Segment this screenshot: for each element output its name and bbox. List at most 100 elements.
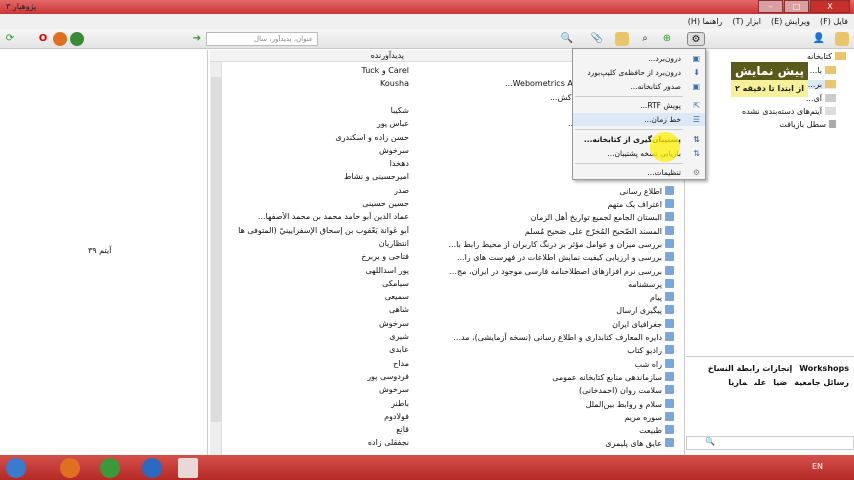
item-title: پیگیری ارسال	[404, 305, 674, 315]
sync-icon[interactable]: ⟳	[3, 32, 17, 46]
actions-gear-button[interactable]: ⚙	[687, 32, 705, 46]
item-type-icon	[665, 278, 674, 288]
item-creator: سیامکی	[382, 278, 409, 288]
table-row[interactable]: سلام و روابط بین‌الملل باطنر	[222, 398, 684, 412]
item-creator: فردوسی پور	[367, 371, 409, 381]
tag[interactable]: على	[754, 378, 766, 387]
actions-menu: ▣ درون‌برد... ⬇ درون‌برد از حافظه‌ی کلیپ‌ب…	[572, 48, 706, 180]
item-type-icon	[665, 398, 674, 408]
item-creator: أبو عَوانة يَعْقوب بن إسحاق الإسفرايينيّ…	[238, 225, 409, 235]
menu-restore[interactable]: ⇅ بازیابی نسخه پشتیبان...	[573, 147, 705, 160]
new-folder-icon[interactable]	[835, 32, 849, 46]
window-title: پژوهیار ۳	[6, 2, 37, 11]
tag-selector: Workshops إنجازات رابطة النساخ رسائل جامع…	[686, 356, 854, 436]
table-row[interactable]: جغرافیای ایران سرخوش	[222, 318, 684, 332]
item-type-icon	[665, 225, 674, 235]
table-row[interactable]: پرسشنامه سیامکی	[222, 278, 684, 292]
new-collection-icon[interactable]: 👤	[812, 32, 826, 46]
column-creator[interactable]: پدیدآورنده	[371, 51, 404, 60]
menu-help[interactable]: راهنما (H)	[688, 17, 723, 26]
chrome-icon[interactable]	[100, 458, 120, 478]
table-row[interactable]: عایق های پلیمری نجفقلی زاده	[222, 438, 684, 451]
table-row[interactable]: پیگیری ارسال شاهی	[222, 305, 684, 318]
table-row[interactable]: بررسی نرم افزارهای اصطلاحنامه فارسی موجو…	[222, 265, 684, 279]
app-taskbar-icon[interactable]	[178, 458, 198, 478]
new-item-icon[interactable]: ⊕	[660, 32, 674, 46]
item-title: پرسشنامه	[404, 278, 674, 289]
tooltip-subtitle: از ابتدا تا دقیقه ۲	[731, 80, 808, 97]
table-row[interactable]: راه شب مداح	[222, 358, 684, 372]
menu-import-clipboard[interactable]: ⬇ درون‌برد از حافظه‌ی کلیپ‌بورد	[573, 66, 705, 79]
opera-icon[interactable]: O	[36, 32, 50, 46]
menu-import[interactable]: ▣ درون‌برد...	[573, 52, 705, 65]
start-button[interactable]	[6, 458, 26, 478]
table-row[interactable]: سلامت روان (احمدخانی) سرخوش	[222, 385, 684, 398]
tooltip-title: پیش نمایش	[731, 62, 808, 80]
item-creator: شیری	[389, 332, 409, 341]
menu-export-library[interactable]: ▣ صدور کتابخانه...	[573, 80, 705, 93]
close-button[interactable]: X	[810, 0, 850, 13]
item-creator: مداح	[393, 358, 409, 368]
note-icon[interactable]	[615, 32, 629, 46]
table-row[interactable]: البستان الجامع لجميع تواريخ أهل الزمان عم…	[222, 212, 684, 225]
ie-icon[interactable]	[142, 458, 162, 478]
menu-preferences[interactable]: ⚙ تنظیمات...	[573, 166, 705, 179]
tag[interactable]: Workshops	[799, 364, 849, 373]
item-title: سوره مریم	[404, 411, 674, 422]
item-type-icon	[665, 185, 674, 195]
add-by-id-icon[interactable]: ⌕	[638, 32, 652, 46]
table-row[interactable]: المسند الصّحيح المُخرّج على صَحيح مُسلم أ…	[222, 225, 684, 239]
tag-search-input[interactable]: 🔍	[686, 436, 854, 450]
item-type-icon	[665, 358, 674, 368]
tag[interactable]: ماريا	[728, 378, 747, 387]
minimize-button[interactable]: –	[758, 0, 783, 13]
attachment-icon[interactable]: 📎	[590, 32, 604, 46]
table-row[interactable]: بررسی و ارزیابی کیفیت نمایش اطلاعات در ف…	[222, 252, 684, 265]
maximize-button[interactable]: □	[784, 0, 809, 13]
collection-item[interactable]: بر...	[807, 80, 836, 89]
menu-file[interactable]: فایل (F)	[820, 17, 848, 26]
item-title: بررسی میزان و عوامل مؤثر بر درنگ کاربران…	[404, 238, 674, 249]
rtf-scan-icon: ⇱	[693, 101, 700, 110]
arrow-icon[interactable]: ➔	[190, 32, 204, 46]
search-input[interactable]: عنوان، پدیدآور، سال	[206, 32, 318, 46]
item-type-icon	[665, 332, 674, 341]
table-row[interactable]: سازماندهی منابع کتابخانه عمومی فردوسی پور	[222, 371, 684, 385]
table-row[interactable]: دایره المعارف کتابداری و اطلاع رسانی (نس…	[222, 332, 684, 345]
collection-library[interactable]: کتابخانه	[807, 52, 846, 61]
collection-item[interactable]: با...	[810, 66, 836, 75]
item-creator: پور اسداللهی	[365, 265, 409, 275]
collection-trash[interactable]: سطل بازیافت	[779, 120, 836, 129]
menu-timeline[interactable]: ☰ خط زمان...	[573, 113, 705, 126]
menu-backup[interactable]: ⇅ پشتیبان‌گیری از کتابخانه...	[573, 133, 705, 146]
item-creator: شکیبا	[390, 105, 409, 115]
table-row[interactable]: طبیعت قانع	[222, 425, 684, 438]
firefox-icon[interactable]	[60, 458, 80, 478]
collection-unfiled[interactable]: آیتم‌های دسته‌بندی نشده	[742, 107, 836, 116]
item-title: سازماندهی منابع کتابخانه عمومی	[404, 371, 674, 382]
table-row[interactable]: پیام سمیعی	[222, 292, 684, 305]
table-row[interactable]: اطلاع رسانی صدر	[222, 185, 684, 199]
items-scrollbar[interactable]	[210, 62, 222, 455]
menu-rtf-scan[interactable]: ⇱ پویش RTF...	[573, 99, 705, 112]
firefox-icon[interactable]	[53, 32, 67, 46]
item-type-icon	[665, 385, 674, 395]
item-creator: فتاحی و بربرخ	[361, 252, 409, 262]
search-advanced-icon[interactable]: 🔍	[560, 32, 574, 46]
tag[interactable]: رسائل جامعية	[794, 378, 849, 387]
tag[interactable]: ضيا	[773, 378, 787, 387]
tag[interactable]: إنجازات رابطة النساخ	[708, 364, 792, 373]
language-indicator[interactable]: EN	[812, 462, 823, 471]
menu-tools[interactable]: ابزار (T)	[732, 17, 761, 26]
chrome-icon[interactable]	[70, 32, 84, 46]
item-type-icon	[665, 212, 674, 222]
menu-edit[interactable]: ویرایش (E)	[771, 17, 810, 26]
item-title: دایره المعارف کتابداری و اطلاع رسانی (نس…	[404, 332, 674, 342]
toolbar: ⟳ O ➔ عنوان، پدیدآور، سال 🔍 📎 ⌕ ⊕ ⚙ 👤	[0, 29, 854, 49]
table-row[interactable]: رادیو کتاب عابدی	[222, 345, 684, 358]
table-row[interactable]: سوره مریم فولادوم	[222, 411, 684, 425]
item-title: البستان الجامع لجميع تواريخ أهل الزمان	[404, 212, 674, 222]
collection-item[interactable]: آی...	[806, 94, 836, 103]
table-row[interactable]: بررسی میزان و عوامل مؤثر بر درنگ کاربران…	[222, 238, 684, 252]
table-row[interactable]: اعتراف یک متهم حسین حسینی	[222, 199, 684, 212]
